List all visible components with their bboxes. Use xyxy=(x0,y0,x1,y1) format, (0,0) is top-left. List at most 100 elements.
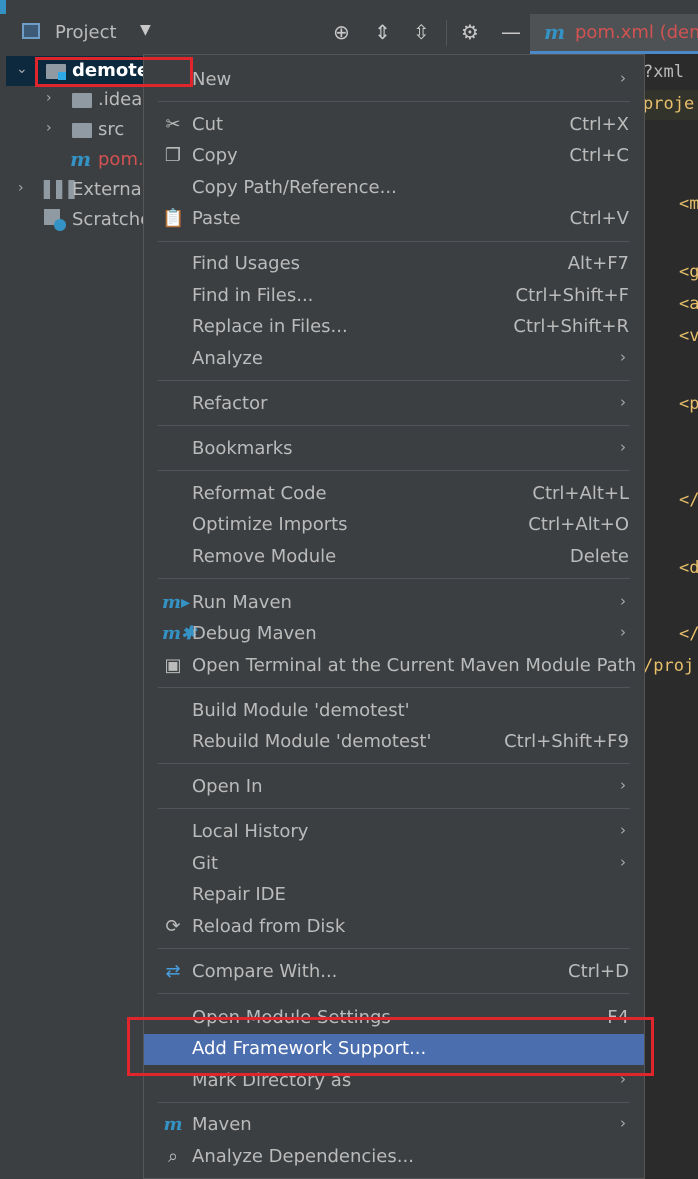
copy-icon: ❐ xyxy=(164,145,182,166)
project-view-title[interactable]: Project xyxy=(55,22,117,43)
tree-item-label: src xyxy=(98,119,125,140)
menu-item-replace-in-files[interactable]: Replace in Files... Ctrl+Shift+R xyxy=(144,312,644,342)
tree-item-label: Scratche xyxy=(72,209,152,230)
chevron-right-icon[interactable]: › xyxy=(18,180,24,196)
menu-item-reformat-code[interactable]: Reformat Code Ctrl+Alt+L xyxy=(144,479,644,509)
menu-item-local-history[interactable]: Local History › xyxy=(144,817,644,847)
menu-item-maven[interactable]: m Maven › xyxy=(144,1110,644,1140)
chevron-right-icon: › xyxy=(620,69,626,87)
menu-item-open-terminal[interactable]: ▣ Open Terminal at the Current Maven Modu… xyxy=(144,651,644,681)
chevron-right-icon[interactable]: › xyxy=(46,90,52,106)
window-top-strip xyxy=(0,0,698,14)
menu-item-new[interactable]: New › xyxy=(144,65,644,95)
menu-item-reload-from-disk[interactable]: ⟳ Reload from Disk xyxy=(144,912,644,942)
chevron-right-icon: › xyxy=(620,1114,626,1132)
folder-icon xyxy=(72,123,92,138)
menu-item-refactor[interactable]: Refactor › xyxy=(144,389,644,419)
code-line: /proj xyxy=(643,656,695,676)
hide-icon[interactable]: — xyxy=(501,20,521,44)
menu-item-paste[interactable]: 📋 Paste Ctrl+V xyxy=(144,204,644,234)
menu-separator xyxy=(158,380,630,381)
menu-item-run-maven[interactable]: m▸ Run Maven › xyxy=(144,588,644,618)
editor-tab-label[interactable]: pom.xml (dem xyxy=(575,22,698,43)
code-line: </ xyxy=(679,490,698,510)
menu-item-bookmarks[interactable]: Bookmarks › xyxy=(144,434,644,464)
code-line: <g xyxy=(679,262,698,282)
menu-item-find-usages[interactable]: Find Usages Alt+F7 xyxy=(144,249,644,279)
menu-item-compare-with[interactable]: ⇄ Compare With... Ctrl+D xyxy=(144,957,644,987)
chevron-right-icon: › xyxy=(620,853,626,871)
terminal-icon: ▣ xyxy=(164,655,182,676)
menu-item-debug-maven[interactable]: m✱ Debug Maven › xyxy=(144,619,644,649)
maven-debug-icon: m✱ xyxy=(162,623,197,644)
chevron-right-icon: › xyxy=(620,821,626,839)
menu-separator xyxy=(158,578,630,579)
settings-icon[interactable]: ⚙ xyxy=(461,20,479,44)
menu-item-find-in-files[interactable]: Find in Files... Ctrl+Shift+F xyxy=(144,281,644,311)
menu-item-optimize-imports[interactable]: Optimize Imports Ctrl+Alt+O xyxy=(144,510,644,540)
code-line: <a xyxy=(679,294,698,314)
tree-item-external-libraries[interactable]: › ▌▌▌ External xyxy=(6,175,147,205)
menu-separator xyxy=(158,425,630,426)
tree-item-idea[interactable]: › .idea xyxy=(6,85,146,115)
code-line: </ xyxy=(679,624,698,644)
menu-item-analyze-dependencies[interactable]: ⌕ Analyze Dependencies... xyxy=(144,1142,644,1172)
menu-item-analyze[interactable]: Analyze › xyxy=(144,344,644,374)
scissors-icon: ✂ xyxy=(165,114,181,135)
view-selector-chevron-icon[interactable]: ▼ xyxy=(140,22,151,38)
menu-item-copy-path[interactable]: Copy Path/Reference... xyxy=(144,173,644,203)
code-line: ?xml xyxy=(643,62,684,82)
tree-item-label: pom. xyxy=(98,149,144,170)
code-line: <d xyxy=(679,558,698,578)
menu-separator xyxy=(158,101,630,102)
menu-item-repair-ide[interactable]: Repair IDE xyxy=(144,880,644,910)
tree-item-label: External xyxy=(72,179,147,200)
menu-separator xyxy=(158,763,630,764)
tree-item-pom[interactable]: m pom. xyxy=(6,145,146,175)
annotation-box-add-framework xyxy=(127,1017,654,1076)
menu-item-remove-module[interactable]: Remove Module Delete xyxy=(144,542,644,572)
reload-icon: ⟳ xyxy=(165,916,181,937)
maven-icon: m xyxy=(163,1114,183,1135)
menu-item-cut[interactable]: ✂ Cut Ctrl+X xyxy=(144,110,644,140)
collapse-all-icon[interactable]: ⇳ xyxy=(413,20,430,44)
menu-separator xyxy=(158,808,630,809)
chevron-right-icon: › xyxy=(620,776,626,794)
chevron-right-icon: › xyxy=(620,348,626,366)
menu-separator xyxy=(158,1102,630,1103)
menu-separator xyxy=(158,241,630,242)
menu-item-open-in[interactable]: Open In › xyxy=(144,772,644,802)
project-tree: ⌄ demote › .idea › src m pom. › ▌▌▌ Exte… xyxy=(6,54,151,1179)
tree-item-label: .idea xyxy=(98,89,143,110)
chevron-right-icon: › xyxy=(620,438,626,456)
tree-item-scratches[interactable]: Scratche xyxy=(6,205,151,235)
code-line: <p xyxy=(679,394,698,414)
menu-separator xyxy=(158,687,630,688)
chevron-down-icon[interactable]: ⌄ xyxy=(16,61,28,77)
maven-file-icon: m xyxy=(544,20,566,44)
tree-item-src[interactable]: › src xyxy=(6,115,146,145)
clock-badge-icon xyxy=(54,219,66,231)
locate-icon[interactable]: ⊕ xyxy=(333,20,350,44)
menu-separator xyxy=(158,948,630,949)
context-menu: New › ✂ Cut Ctrl+X ❐ Copy Ctrl+C Copy Path/Re… xyxy=(143,54,645,1179)
editor-code-area[interactable]: ?xml proje <m <g <a <v <p </ <d </ /proj xyxy=(643,54,698,1179)
header-divider xyxy=(446,20,447,46)
code-line: <m xyxy=(679,194,698,214)
chevron-right-icon[interactable]: › xyxy=(46,120,52,136)
expand-all-icon[interactable]: ⇕ xyxy=(374,20,391,44)
clipboard-icon: 📋 xyxy=(162,208,185,229)
annotation-box-root xyxy=(35,57,193,87)
chevron-right-icon: › xyxy=(620,623,626,641)
maven-run-icon: m▸ xyxy=(162,592,191,613)
maven-file-icon: m xyxy=(70,147,92,171)
menu-item-build-module[interactable]: Build Module 'demotest' xyxy=(144,696,644,726)
chevron-right-icon: › xyxy=(620,592,626,610)
menu-item-git[interactable]: Git › xyxy=(144,849,644,879)
menu-item-rebuild-module[interactable]: Rebuild Module 'demotest' Ctrl+Shift+F9 xyxy=(144,727,644,757)
menu-item-copy[interactable]: ❐ Copy Ctrl+C xyxy=(144,141,644,171)
menu-separator xyxy=(158,993,630,994)
code-line: proje xyxy=(643,94,695,114)
menu-separator xyxy=(158,470,630,471)
analyze-dependencies-icon: ⌕ xyxy=(167,1146,179,1167)
